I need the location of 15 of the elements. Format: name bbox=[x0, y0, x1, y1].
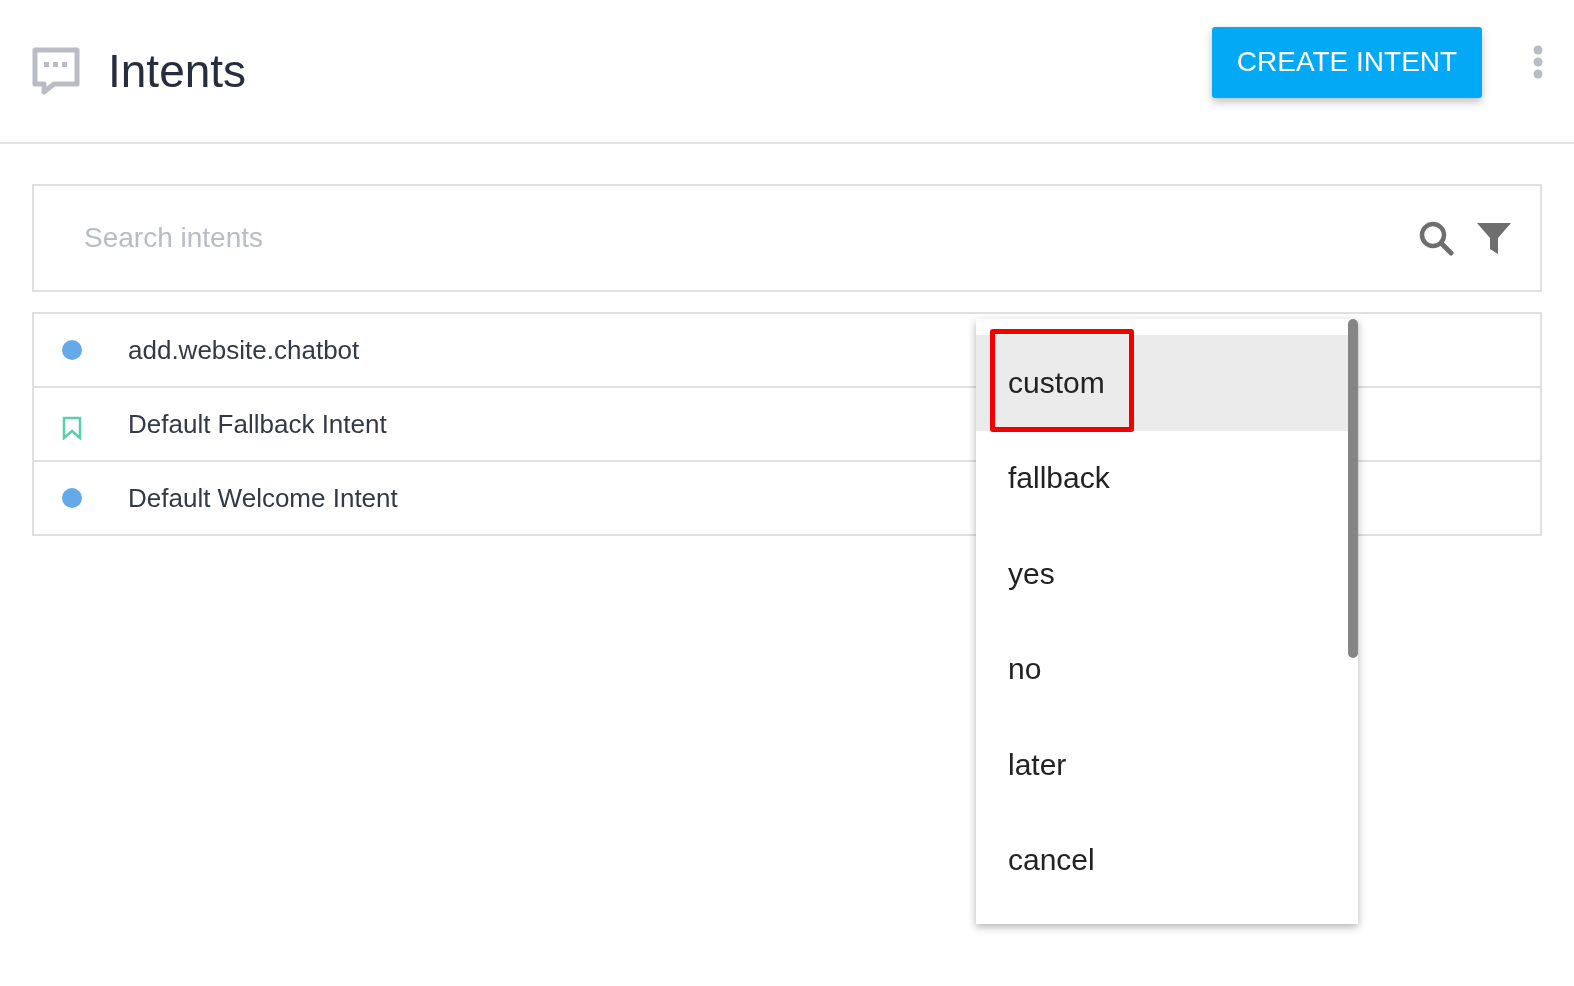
filter-icon[interactable] bbox=[1476, 220, 1512, 256]
search-icon[interactable] bbox=[1418, 220, 1454, 256]
intent-name[interactable]: Default Fallback Intent bbox=[128, 408, 387, 440]
chat-bubble-icon bbox=[32, 47, 80, 95]
scrollbar-thumb[interactable] bbox=[1348, 319, 1358, 658]
menu-item[interactable]: yes bbox=[976, 526, 1348, 622]
menu-item[interactable]: no bbox=[976, 621, 1348, 717]
menu-item[interactable]: cancel bbox=[976, 812, 1348, 908]
menu-item[interactable]: fallback bbox=[976, 430, 1348, 526]
menu-item[interactable]: later bbox=[976, 717, 1348, 813]
search-bar[interactable]: Search intents bbox=[32, 184, 1542, 292]
page-title: Intents bbox=[108, 44, 248, 98]
intent-name[interactable]: Default Welcome Intent bbox=[128, 482, 398, 514]
search-field[interactable]: Search intents bbox=[82, 221, 1396, 255]
intent-name[interactable]: add.website.chatbot bbox=[128, 334, 360, 366]
